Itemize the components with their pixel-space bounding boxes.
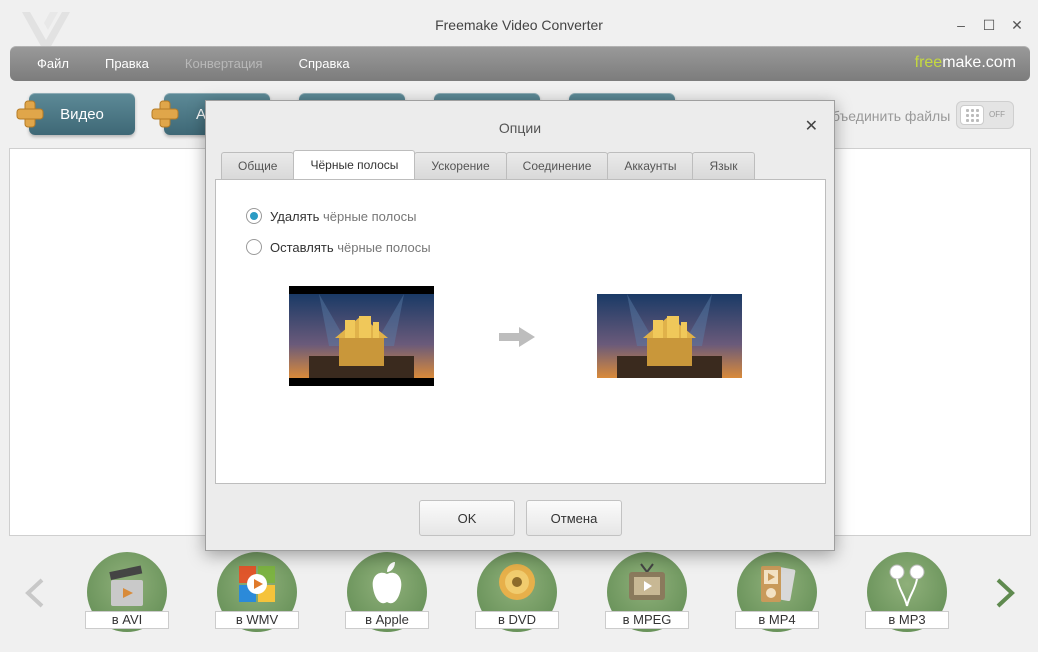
format-apple-label: в Apple — [345, 611, 429, 629]
menu-bar: Файл Правка Конвертация Справка freemake… — [10, 46, 1030, 81]
close-button[interactable]: ✕ — [1006, 14, 1028, 36]
dialog-title: Опции — [498, 120, 542, 136]
menu-edit[interactable]: Правка — [87, 56, 167, 71]
tab-language[interactable]: Язык — [692, 152, 755, 179]
format-wmv-label: в WMV — [215, 611, 299, 629]
format-wmv-button[interactable]: в WMV — [215, 552, 299, 636]
avi-clapper-icon — [109, 565, 143, 606]
format-dvd-button[interactable]: в DVD — [475, 552, 559, 636]
format-avi-button[interactable]: в AVI — [85, 552, 169, 636]
scroll-right-arrow-icon[interactable] — [994, 578, 1016, 617]
format-mp4-button[interactable]: в MP4 — [735, 552, 819, 636]
options-tabs: Общие Чёрные полосы Ускорение Соединение… — [221, 150, 755, 179]
merge-files-toggle[interactable]: OFF — [956, 101, 1014, 129]
radio-checked-icon[interactable] — [246, 208, 262, 224]
menu-file[interactable]: Файл — [10, 56, 87, 71]
radio-unchecked-icon[interactable] — [246, 239, 262, 255]
dialog-close-icon[interactable]: ✕ — [805, 116, 818, 136]
plus-icon — [151, 100, 179, 128]
ok-button[interactable]: OK — [419, 500, 515, 536]
tab-black-bars[interactable]: Чёрные полосы — [293, 150, 416, 179]
format-apple-button[interactable]: в Apple — [345, 552, 429, 636]
format-avi-label: в AVI — [85, 611, 169, 629]
mpeg-tv-icon — [629, 563, 665, 600]
tab-general[interactable]: Общие — [221, 152, 295, 179]
format-mp4-label: в MP4 — [735, 611, 819, 629]
add-video-label: Видео — [60, 105, 104, 123]
option-rest: чёрные полосы — [333, 239, 431, 255]
dvd-disc-icon — [499, 564, 535, 600]
option-verb: Удалять — [270, 208, 320, 224]
format-mpeg-label: в MPEG — [605, 611, 689, 629]
brand-prefix: free — [914, 54, 943, 71]
option-label: Удалять чёрные полосы — [270, 209, 416, 224]
format-dvd-label: в DVD — [475, 611, 559, 629]
merge-files-label: бъединить файлы — [832, 108, 951, 124]
plus-icon — [16, 100, 44, 128]
format-mpeg-button[interactable]: в MPEG — [605, 552, 689, 636]
window-title: Freemake Video Converter — [435, 17, 603, 33]
mp4-player-icon — [761, 566, 796, 602]
menu-convert: Конвертация — [184, 56, 263, 71]
preview-with-bars-image — [289, 286, 434, 386]
toggle-knob — [960, 105, 984, 125]
format-mp3-label: в MP3 — [865, 611, 949, 629]
maximize-button[interactable]: ☐ — [978, 14, 1000, 36]
add-video-button[interactable]: Видео — [29, 93, 135, 135]
options-dialog: Опции ✕ Общие Чёрные полосы Ускорение Со… — [205, 100, 835, 551]
mp3-headphones-icon — [889, 564, 925, 607]
remove-black-bars-option[interactable]: Удалять чёрные полосы — [246, 208, 416, 224]
preview-without-bars-image — [597, 294, 742, 378]
scroll-left-arrow-icon[interactable] — [24, 578, 46, 617]
window-controls: – ☐ ✕ — [950, 14, 1028, 36]
brand-suffix: make.com — [942, 54, 1016, 71]
keep-black-bars-option[interactable]: Оставлять чёрные полосы — [246, 239, 431, 255]
tab-connection[interactable]: Соединение — [505, 152, 609, 179]
option-label: Оставлять чёрные полосы — [270, 240, 431, 255]
apple-icon — [372, 562, 402, 604]
arrow-right-icon — [499, 327, 535, 347]
tab-accounts[interactable]: Аккаунты — [607, 152, 694, 179]
brand-link[interactable]: freemake.com — [915, 54, 1016, 72]
cancel-button[interactable]: Отмена — [526, 500, 622, 536]
menu-help[interactable]: Справка — [281, 56, 368, 71]
option-verb: Оставлять — [270, 239, 334, 255]
format-mp3-button[interactable]: в MP3 — [865, 552, 949, 636]
option-rest: чёрные полосы — [319, 208, 417, 224]
black-bars-panel: Удалять чёрные полосы Оставлять чёрные п… — [215, 179, 826, 484]
minimize-button[interactable]: – — [950, 14, 972, 36]
tab-acceleration[interactable]: Ускорение — [414, 152, 507, 179]
toggle-state: OFF — [989, 110, 1005, 119]
wmv-windows-icon — [239, 566, 275, 602]
